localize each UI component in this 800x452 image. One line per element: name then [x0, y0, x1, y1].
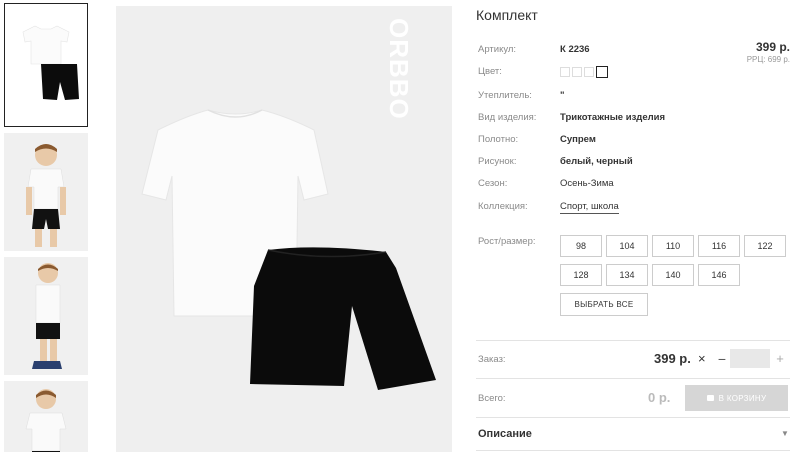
divider: [476, 378, 790, 379]
color-swatch[interactable]: [560, 67, 570, 77]
thumbnail-boy-side[interactable]: [4, 257, 88, 375]
attribute-value: Трикотажные изделия: [560, 112, 666, 123]
attribute-label: Рисунок:: [478, 156, 517, 167]
boy-front-image: [26, 144, 66, 247]
color-swatch[interactable]: [584, 67, 594, 77]
collection-link[interactable]: Спорт, школа: [560, 201, 619, 214]
divider: [476, 340, 790, 341]
boy-side-image: [32, 263, 62, 369]
decrease-quantity-button[interactable]: −: [716, 351, 728, 367]
attribute-value: ": [560, 90, 565, 101]
attribute-label: Вид изделия:: [478, 112, 537, 123]
attribute-label: Полотно:: [478, 134, 519, 145]
quantity-input[interactable]: [730, 349, 770, 368]
size-option[interactable]: 140: [652, 264, 694, 286]
chevron-down-icon[interactable]: ▼: [781, 429, 789, 438]
divider: [476, 417, 790, 418]
product-title: Комплект: [476, 7, 538, 23]
main-product-image[interactable]: ORBBO: [116, 6, 452, 452]
order-unit-price: 399 р.: [654, 351, 691, 366]
attribute-pattern: Рисунок: белый, черный: [476, 156, 796, 170]
multiply-icon: ×: [698, 351, 706, 366]
size-option[interactable]: 128: [560, 264, 602, 286]
attribute-value: Осень-Зима: [560, 178, 614, 189]
total-label: Всего:: [478, 393, 506, 404]
size-option[interactable]: 122: [744, 235, 786, 257]
increase-quantity-button[interactable]: +: [774, 351, 786, 366]
size-option[interactable]: 104: [606, 235, 648, 257]
total-value: 0 р.: [648, 390, 671, 405]
attribute-label: Утеплитель:: [478, 90, 532, 101]
description-toggle[interactable]: Описание: [478, 428, 532, 440]
order-label: Заказ:: [478, 354, 506, 365]
attribute-season: Сезон: Осень-Зима: [476, 178, 796, 192]
attribute-label: Коллекция:: [478, 201, 528, 212]
thumbnail-gallery: [4, 3, 90, 452]
color-swatch[interactable]: [572, 67, 582, 77]
size-option[interactable]: 146: [698, 264, 740, 286]
attribute-fabric: Полотно: Супрем: [476, 134, 796, 148]
thumbnail-boy-front[interactable]: [4, 133, 88, 251]
sizes-label: Рост/размер:: [478, 236, 536, 247]
attribute-article: Артикул: К 2236: [476, 44, 796, 58]
thumbnail-boy-back[interactable]: [4, 381, 88, 452]
size-option[interactable]: 116: [698, 235, 740, 257]
add-to-cart-button[interactable]: В КОРЗИНУ: [685, 385, 788, 411]
attribute-insulation: Утеплитель: ": [476, 90, 796, 104]
add-to-cart-label: В КОРЗИНУ: [718, 393, 767, 403]
size-option[interactable]: 134: [606, 264, 648, 286]
thumbnail-set[interactable]: [4, 3, 88, 127]
attribute-value: белый, черный: [560, 156, 633, 167]
attribute-collection: Коллекция: Спорт, школа: [476, 201, 796, 215]
color-swatches: [560, 66, 608, 78]
select-all-sizes-button[interactable]: ВЫБРАТЬ ВСЕ: [560, 293, 648, 316]
attribute-value: Супрем: [560, 134, 596, 145]
attribute-label: Цвет:: [478, 66, 502, 77]
divider: [476, 450, 790, 451]
boy-back-image: [25, 389, 67, 452]
set-thumbnail-image: [22, 25, 79, 100]
size-option[interactable]: 110: [652, 235, 694, 257]
color-swatch-selected[interactable]: [596, 66, 608, 78]
attribute-label: Артикул:: [478, 44, 517, 55]
cart-icon: [706, 395, 714, 401]
attribute-label: Сезон:: [478, 178, 508, 189]
brand-watermark: ORBBO: [384, 18, 414, 120]
attribute-item-type: Вид изделия: Трикотажные изделия: [476, 112, 796, 126]
size-option[interactable]: 98: [560, 235, 602, 257]
attribute-color: Цвет:: [476, 66, 796, 80]
attribute-value: К 2236: [560, 44, 590, 55]
